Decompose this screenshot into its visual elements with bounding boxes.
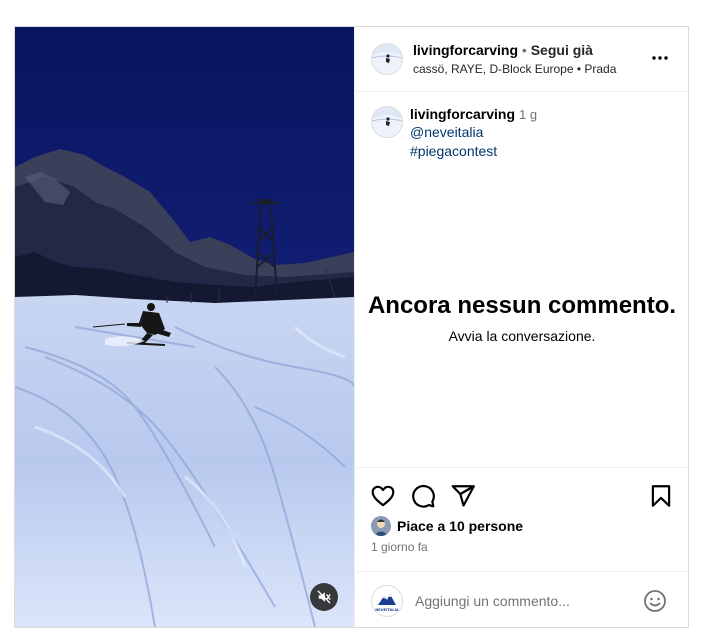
caption-mention[interactable]: @neveitalia — [410, 124, 483, 140]
like-button[interactable] — [370, 483, 396, 509]
neveitalia-logo: NEVEITALIA — [372, 586, 402, 616]
emoji-button[interactable] — [643, 589, 667, 613]
comment-input[interactable] — [415, 590, 615, 612]
post-video[interactable] — [15, 27, 354, 627]
author-username[interactable]: livingforcarving — [413, 42, 518, 58]
audio-attribution[interactable]: cassö, RAYE, D-Block Europe • Prada — [413, 62, 616, 76]
more-horizontal-icon — [652, 56, 668, 60]
no-comments-subtitle: Avvia la conversazione. — [448, 328, 596, 344]
user-avatar-image — [371, 516, 391, 536]
mute-button[interactable] — [310, 583, 338, 611]
ski-avatar-image — [372, 44, 402, 74]
post-header: livingforcarving • Segui già cassö, RAYE… — [355, 27, 689, 92]
following-button[interactable]: Segui già — [531, 42, 593, 58]
more-options-button[interactable] — [651, 49, 669, 67]
caption-hashtag[interactable]: #piegacontest — [410, 143, 497, 159]
save-button[interactable] — [648, 483, 674, 509]
separator-dot: • — [521, 42, 527, 58]
actions-section: Piace a 10 persone 1 giorno fa NEVEITALI… — [355, 467, 689, 628]
header-user-line: livingforcarving • Segui già — [413, 42, 593, 58]
ski-scene-image — [15, 27, 354, 627]
add-comment-bar: NEVEITALIA — [355, 571, 689, 629]
speaker-muted-icon — [317, 590, 331, 604]
smiley-icon — [644, 590, 666, 612]
bookmark-icon — [651, 485, 671, 507]
send-icon — [451, 485, 475, 507]
caption-avatar[interactable] — [371, 106, 403, 138]
liker-avatar[interactable] — [371, 516, 391, 536]
share-button[interactable] — [450, 483, 476, 509]
current-user-avatar: NEVEITALIA — [371, 585, 403, 617]
svg-text:NEVEITALIA: NEVEITALIA — [375, 608, 399, 612]
post-card: livingforcarving • Segui già cassö, RAYE… — [14, 26, 689, 628]
heart-icon — [371, 485, 395, 507]
likes-count[interactable]: Piace a 10 persone — [397, 518, 523, 534]
caption-timestamp[interactable]: 1 g — [519, 107, 537, 122]
ski-avatar-image — [372, 107, 402, 137]
author-avatar[interactable] — [371, 43, 403, 75]
no-comments-title: Ancora nessun commento. — [367, 292, 677, 319]
post-side-panel: livingforcarving • Segui già cassö, RAYE… — [354, 27, 689, 627]
comment-icon — [412, 484, 435, 508]
post-date[interactable]: 1 giorno fa — [371, 540, 428, 554]
likes-row: Piace a 10 persone — [371, 516, 523, 536]
comment-button[interactable] — [410, 483, 436, 509]
caption-username[interactable]: livingforcarving — [410, 106, 515, 122]
